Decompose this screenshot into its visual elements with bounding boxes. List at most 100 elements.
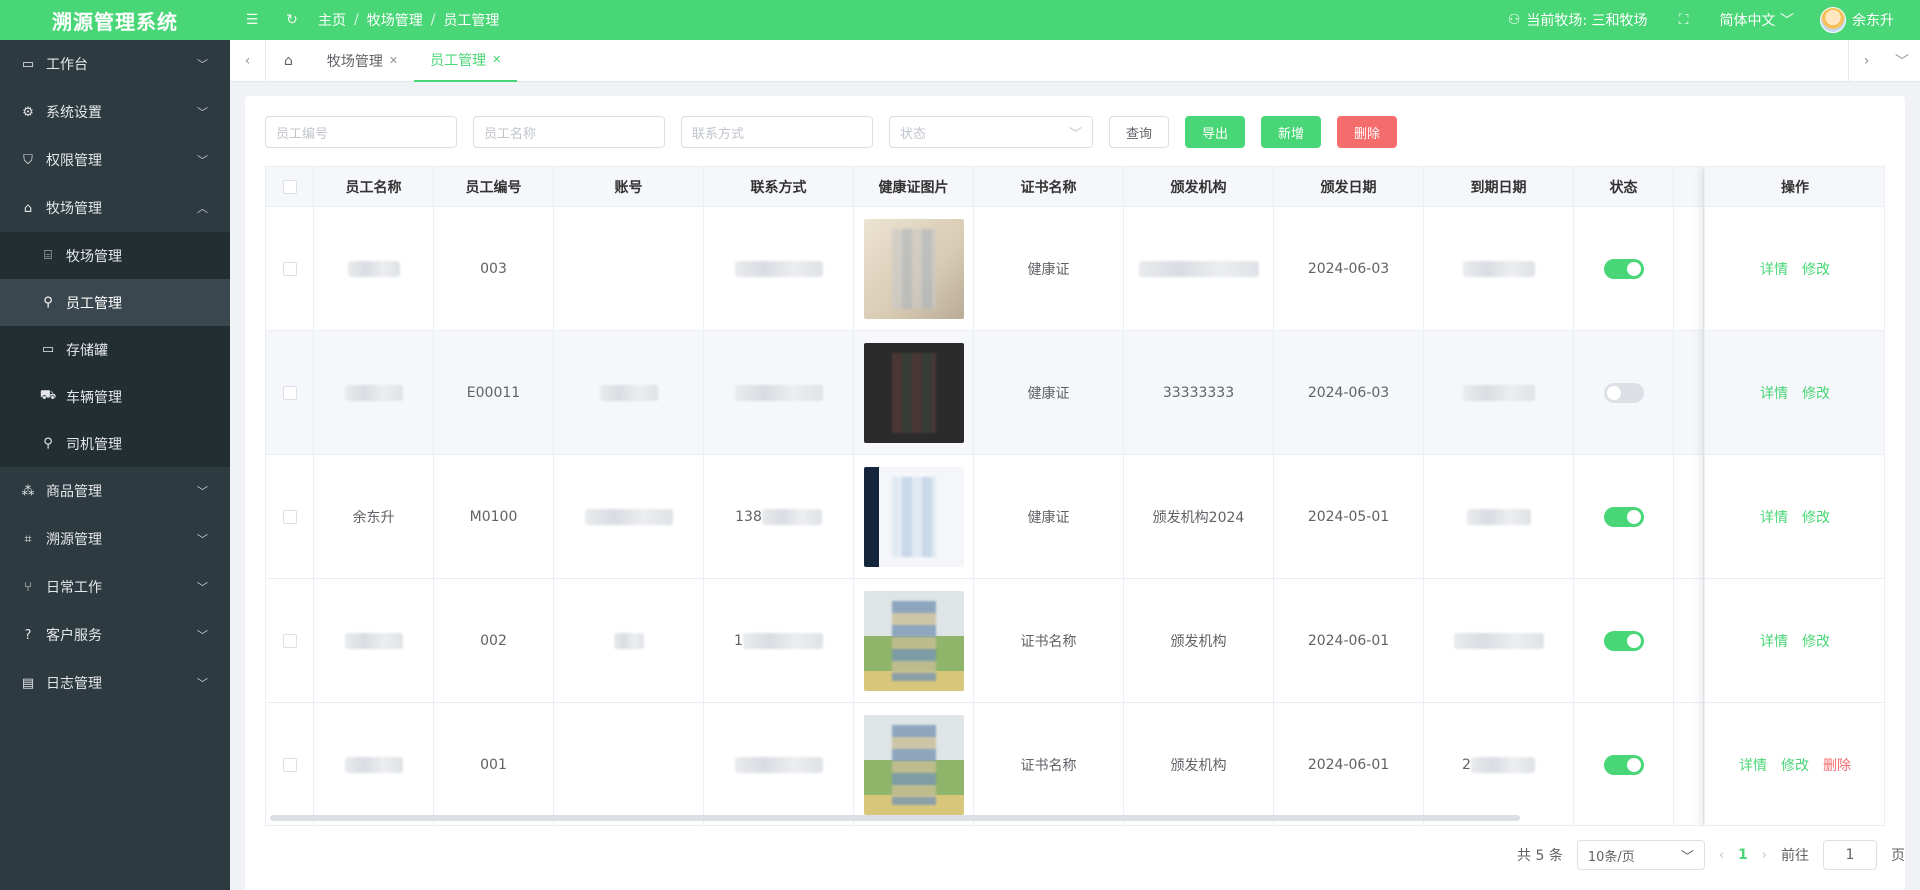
row-checkbox[interactable] [282,758,297,772]
gear-icon: ⚙ [22,104,34,120]
edit-link[interactable]: 修改 [1802,507,1830,527]
status-toggle[interactable] [1603,631,1644,651]
chevron-down-icon: ﹀ [197,154,208,167]
delete-link[interactable]: 删除 [1823,755,1851,775]
health-cert-thumbnail[interactable] [863,591,964,691]
health-cert-thumbnail[interactable] [863,343,964,443]
edit-link[interactable]: 修改 [1802,631,1830,651]
home-icon: ⌂ [284,52,293,69]
sidebar-item-customer-service[interactable]: ? 客户服务 ﹀ [0,611,230,659]
sidebar-item-system-settings[interactable]: ⚙ 系统设置 ﹀ [0,88,230,136]
detail-link[interactable]: 详情 [1760,259,1788,279]
contact-partial: 1 [734,633,743,649]
issue-date: 2024-06-03 [1274,331,1424,455]
close-icon[interactable]: ✕ [492,53,501,66]
delete-button[interactable]: 删除 [1337,116,1398,148]
detail-link[interactable]: 详情 [1760,383,1788,403]
sidebar-subitem-vehicle[interactable]: ⛟ 车辆管理 [0,373,230,420]
refresh-icon[interactable]: ↻ [282,10,302,30]
question-icon: ? [24,627,32,643]
row-checkbox[interactable] [282,262,297,276]
col-contact: 联系方式 [704,167,854,207]
language-select[interactable]: 简体中文 ﹀ [1720,10,1794,30]
tabs-more[interactable]: ﹀ [1884,40,1920,82]
edit-link[interactable]: 修改 [1781,755,1809,775]
sidebar-item-logs[interactable]: ▤ 日志管理 ﹀ [0,659,230,707]
col-employee-no: 员工编号 [434,167,554,207]
status-toggle[interactable] [1603,755,1644,775]
tabs-scroll-right[interactable]: › [1848,39,1884,82]
sidebar-subitem-employee[interactable]: ⚲ 员工管理 [0,279,230,326]
select-all-cell [266,167,314,207]
health-cert-thumbnail[interactable] [863,467,964,567]
sidebar-item-daily-work[interactable]: ⑂ 日常工作 ﹀ [0,563,230,611]
contact-input[interactable]: 联系方式 [681,116,873,148]
expire-redacted [1462,385,1535,401]
select-all-checkbox[interactable] [282,180,297,194]
tab-employee-management[interactable]: 员工管理 ✕ [414,40,518,82]
detail-link[interactable]: 详情 [1760,631,1788,651]
issuer: 颁发机构 [1124,703,1274,825]
sidebar-subitem-storage-tank[interactable]: ▭ 存储罐 [0,326,230,373]
name-redacted [344,757,403,773]
next-page-button[interactable]: › [1762,848,1767,863]
export-button[interactable]: 导出 [1185,116,1246,148]
tab-home[interactable]: ⌂ [266,40,311,82]
table-body: 003 健康证 2024-06-03 E00011 健康证 33333333 2… [266,207,1704,825]
menu-fold-icon[interactable]: ☰ [242,10,262,30]
issuer: 颁发机构2024 [1124,455,1274,579]
operation-column: 操作 详情 修改 详情 修改 详情 修改 详情 修改 详情 修改 删除 [1704,167,1884,825]
row-checkbox[interactable] [282,510,297,524]
row-checkbox[interactable] [282,386,297,400]
tab-farm-management[interactable]: 牧场管理 ✕ [311,40,414,82]
status-select[interactable]: 状态 ﹀ [889,116,1093,148]
fullscreen-icon[interactable]: ⛶ [1674,10,1694,30]
cert-name: 健康证 [974,331,1124,455]
employee-no-input[interactable]: 员工编号 [265,116,457,148]
horizontal-scrollbar[interactable] [270,815,1520,821]
edit-link[interactable]: 修改 [1802,383,1830,403]
edit-link[interactable]: 修改 [1802,259,1830,279]
status-toggle[interactable] [1603,383,1644,403]
query-button[interactable]: 查询 [1109,116,1170,148]
col-health-cert-image: 健康证图片 [854,167,974,207]
close-icon[interactable]: ✕ [389,54,398,67]
employee-no: E00011 [434,331,554,455]
sidebar-subitem-farm[interactable]: ⌸ 牧场管理 [0,232,230,279]
expire-redacted [1470,757,1535,773]
employee-name-input[interactable]: 员工名称 [473,116,665,148]
sidebar-item-permissions[interactable]: ⛉ 权限管理 ﹀ [0,136,230,184]
chevron-down-icon: ﹀ [197,677,208,690]
goto-label: 前往 [1781,848,1809,864]
goto-page-input[interactable]: 1 [1823,840,1877,870]
status-toggle[interactable] [1603,259,1644,279]
add-button[interactable]: 新增 [1261,116,1322,148]
health-cert-thumbnail[interactable] [863,219,964,319]
prev-page-button[interactable]: ‹ [1719,848,1724,863]
issuer: 颁发机构 [1124,579,1274,703]
breadcrumb-home[interactable]: 主页 [318,10,346,30]
row-checkbox[interactable] [282,634,297,648]
sidebar-item-goods[interactable]: ⁂ 商品管理 ﹀ [0,467,230,515]
health-cert-thumbnail[interactable] [863,715,964,815]
col-expire-date: 到期日期 [1424,167,1574,207]
top-header: 溯源管理系统 ☰ ↻ 主页 / 牧场管理 / 员工管理 ⚇ 当前牧场: 三和牧场… [0,0,1920,40]
status-toggle[interactable] [1603,507,1644,527]
expire-redacted [1453,633,1544,649]
user-menu[interactable]: 余东升 [1820,7,1894,33]
breadcrumb-farm[interactable]: 牧场管理 [367,10,423,30]
col-issue-date: 颁发日期 [1274,167,1424,207]
current-farm[interactable]: ⚇ 当前牧场: 三和牧场 [1508,10,1648,30]
sidebar-subitem-driver[interactable]: ⚲ 司机管理 [0,420,230,467]
sidebar-item-workbench[interactable]: ▭ 工作台 ﹀ [0,40,230,88]
sidebar-item-traceability[interactable]: ⌗ 溯源管理 ﹀ [0,515,230,563]
account-redacted [599,385,658,401]
chevron-down-icon: ﹀ [197,485,208,498]
page-size-select[interactable]: 10条/页 ﹀ [1576,840,1705,870]
col-cert-name: 证书名称 [974,167,1124,207]
sidebar-item-farm-management[interactable]: ⌂ 牧场管理 ︿ [0,184,230,232]
detail-link[interactable]: 详情 [1760,507,1788,527]
page-number[interactable]: 1 [1738,847,1748,863]
detail-link[interactable]: 详情 [1739,755,1767,775]
tabs-scroll-left[interactable]: ‹ [230,39,266,82]
